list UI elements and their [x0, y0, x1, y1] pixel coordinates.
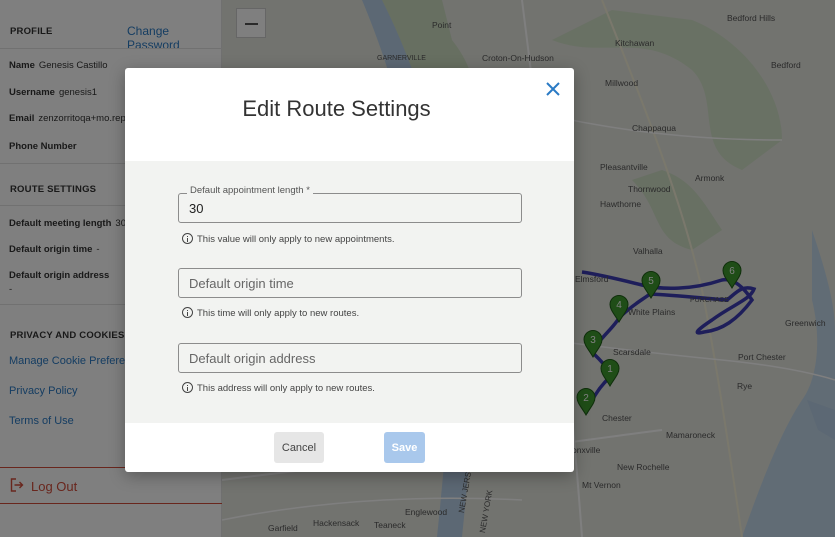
- origin-time-field: [178, 268, 522, 298]
- close-icon[interactable]: [544, 80, 562, 98]
- dialog-title: Edit Route Settings: [242, 96, 431, 121]
- origin-address-field: [178, 343, 522, 373]
- appointment-length-hint: This value will only apply to new appoin…: [182, 233, 395, 245]
- save-button[interactable]: Save: [384, 432, 425, 463]
- hint-text: This value will only apply to new appoin…: [197, 234, 395, 245]
- origin-time-input[interactable]: [179, 269, 521, 297]
- appointment-length-field: Default appointment length *: [178, 185, 522, 223]
- origin-address-input[interactable]: [179, 344, 521, 372]
- hint-text: This address will only apply to new rout…: [197, 383, 375, 394]
- appointment-length-input[interactable]: [179, 194, 521, 222]
- info-icon: [182, 307, 193, 318]
- info-icon: [182, 382, 193, 393]
- cancel-button[interactable]: Cancel: [274, 432, 324, 463]
- info-icon: [182, 233, 193, 244]
- origin-time-hint: This time will only apply to new routes.: [182, 307, 359, 319]
- origin-address-hint: This address will only apply to new rout…: [182, 382, 375, 394]
- dialog-body: Default appointment length * This value …: [125, 161, 574, 423]
- edit-route-settings-dialog: Edit Route Settings Default appointment …: [125, 68, 574, 472]
- hint-text: This time will only apply to new routes.: [197, 308, 360, 319]
